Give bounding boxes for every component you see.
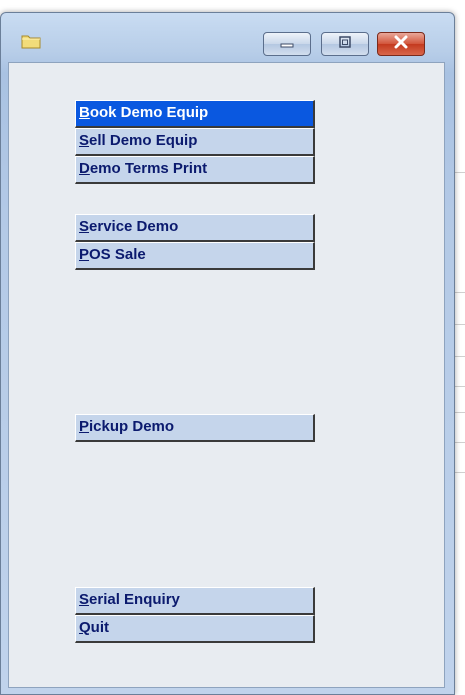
pickup-demo-button[interactable]: Pickup Demo: [75, 414, 315, 442]
close-icon: [393, 35, 409, 54]
button-label: ervice Demo: [89, 218, 179, 235]
quit-button[interactable]: Quit: [75, 615, 315, 643]
button-label: ook Demo Equip: [89, 104, 209, 121]
accelerator-key: Q: [79, 619, 91, 636]
accelerator-key: B: [79, 104, 90, 121]
menu-panel: Book Demo Equip Sell Demo Equip Demo Ter…: [8, 62, 445, 688]
accelerator-key: S: [79, 591, 90, 608]
accelerator-key: P: [79, 246, 90, 263]
demo-menu-window: Book Demo Equip Sell Demo Equip Demo Ter…: [0, 12, 455, 695]
button-label: erial Enquiry: [89, 591, 180, 608]
minimize-button[interactable]: [263, 32, 311, 56]
serial-enquiry-button[interactable]: Serial Enquiry: [75, 587, 315, 615]
accelerator-key: P: [79, 418, 90, 435]
pos-sale-button[interactable]: POS Sale: [75, 242, 315, 270]
close-button[interactable]: [377, 32, 425, 56]
folder-icon: [21, 33, 41, 49]
service-demo-button[interactable]: Service Demo: [75, 214, 315, 242]
button-label: ell Demo Equip: [89, 132, 198, 149]
minimize-icon: [280, 35, 294, 53]
maximize-icon: [338, 35, 352, 53]
button-label: ickup Demo: [89, 418, 175, 435]
title-bar[interactable]: [1, 13, 454, 57]
accelerator-key: S: [79, 218, 90, 235]
button-label: emo Terms Print: [89, 160, 208, 177]
demo-terms-print-button[interactable]: Demo Terms Print: [75, 156, 315, 184]
accelerator-key: S: [79, 132, 90, 149]
accelerator-key: D: [79, 160, 90, 177]
button-label: uit: [90, 619, 109, 636]
button-label: OS Sale: [89, 246, 146, 263]
book-demo-equip-button[interactable]: Book Demo Equip: [75, 100, 315, 128]
maximize-button[interactable]: [321, 32, 369, 56]
sell-demo-equip-button[interactable]: Sell Demo Equip: [75, 128, 315, 156]
